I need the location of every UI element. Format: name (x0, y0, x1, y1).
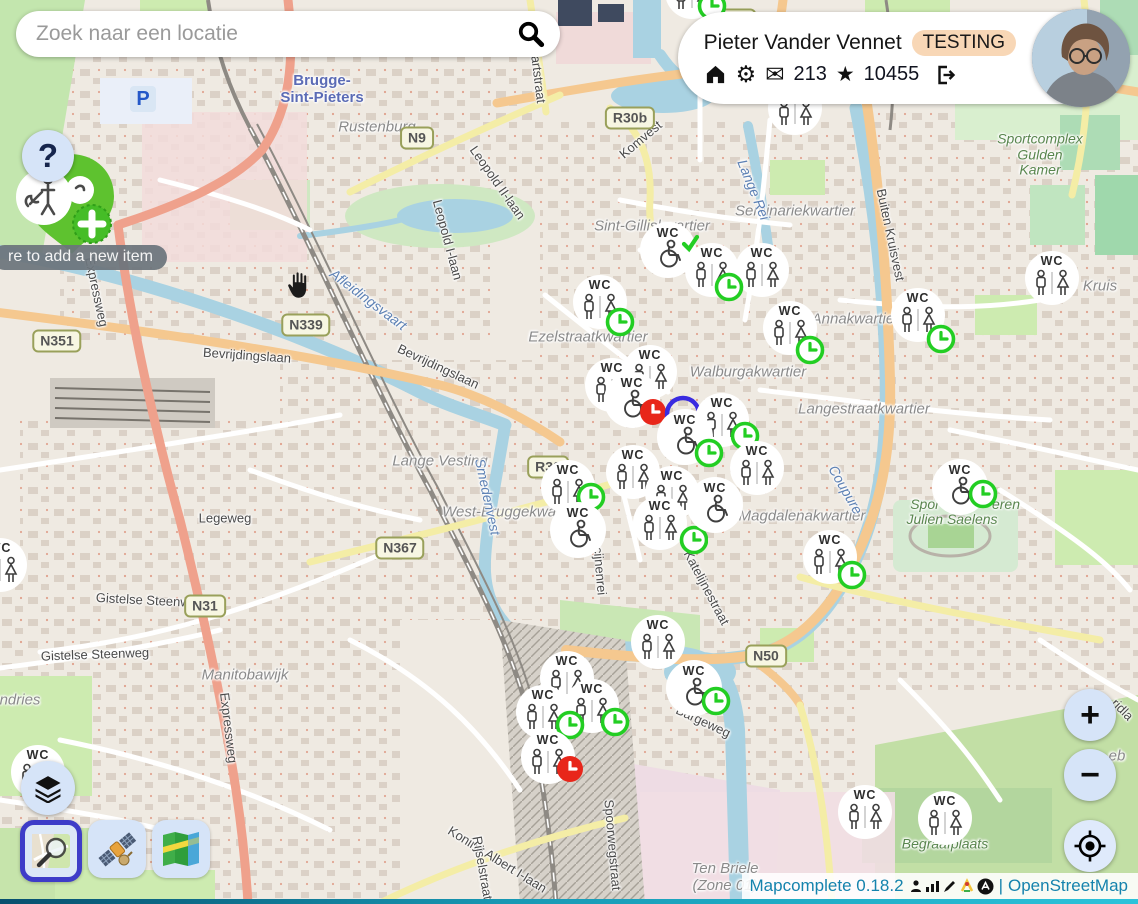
map-marker-wc-toilet[interactable]: WC (0, 517, 48, 613)
settings-gear-icon[interactable]: ⚙ (736, 63, 757, 86)
messages-envelope-icon[interactable]: ✉ (765, 63, 784, 86)
map-marker-wc-toilet[interactable]: WC (870, 267, 966, 363)
map-marker-wc-toilet[interactable]: WC (646, 640, 742, 736)
mapcomplete-logo-icon (959, 878, 975, 894)
svg-text:WC: WC (779, 304, 802, 318)
attribution-separator: | (999, 876, 1003, 896)
svg-text:WC: WC (746, 444, 769, 458)
svg-text:WC: WC (567, 506, 590, 520)
messages-count: 213 (793, 63, 826, 86)
svg-text:WC: WC (701, 246, 724, 260)
mapcomplete-app: Brugge- Sint-PietersRustenburgSint-Gilli… (0, 0, 1138, 904)
changesets-count: 10455 (864, 63, 920, 86)
svg-text:WC: WC (854, 788, 877, 802)
zoom-out-button[interactable]: − (1064, 749, 1116, 801)
user-avatar[interactable] (1032, 9, 1130, 107)
background-option-map[interactable] (20, 820, 82, 882)
map-marker-wc-toilet[interactable]: WC (500, 709, 596, 805)
map-marker-wc-toilet[interactable]: WC (782, 509, 878, 605)
svg-text:WC: WC (0, 541, 11, 555)
svg-text:WC: WC (949, 463, 972, 477)
hand-cursor-icon (284, 270, 314, 302)
testing-badge: TESTING (912, 30, 1016, 56)
logout-icon[interactable] (934, 63, 958, 87)
mapcomplete-link[interactable]: Mapcomplete 0.18.2 (750, 876, 904, 896)
search-bar (16, 11, 560, 57)
geolocate-button[interactable] (1064, 820, 1116, 872)
layers-button[interactable] (21, 761, 75, 815)
svg-text:WC: WC (683, 664, 706, 678)
add-item-tooltip: re to add a new item (0, 245, 167, 270)
user-panel: Pieter Vander Vennet TESTING ⚙ ✉ 213 ★ 1… (678, 12, 1124, 104)
layers-icon (33, 773, 63, 803)
openstreetmap-link[interactable]: OpenStreetMap (1008, 876, 1128, 896)
osm-carto-icon (30, 830, 72, 872)
map-marker-wc-toilet[interactable]: WC (667, 457, 763, 553)
search-icon[interactable] (516, 19, 546, 49)
map-marker-wc-toilet[interactable]: WC (897, 770, 993, 866)
svg-text:WC: WC (537, 733, 560, 747)
map-marker-wc-toilet[interactable]: WC (1004, 230, 1100, 326)
background-option-satellite[interactable] (88, 820, 146, 878)
svg-text:WC: WC (819, 533, 842, 547)
folded-map-icon (159, 827, 203, 871)
map-marker-wc-toilet[interactable]: WC (912, 439, 1008, 535)
svg-text:WC: WC (1041, 254, 1064, 268)
user-name: Pieter Vander Vennet (704, 31, 902, 55)
svg-text:WC: WC (532, 688, 555, 702)
crosshair-icon (1073, 829, 1107, 863)
zoom-in-button[interactable]: + (1064, 689, 1116, 741)
search-input[interactable] (34, 21, 516, 47)
plus-icon: + (1080, 698, 1100, 732)
minus-icon: − (1080, 758, 1100, 792)
statistics-icon[interactable] (925, 879, 940, 893)
svg-text:WC: WC (907, 291, 930, 305)
svg-text:WC: WC (27, 748, 50, 762)
svg-text:WC: WC (934, 794, 957, 808)
contributor-icon[interactable] (909, 879, 923, 893)
map-marker-wc-toilet[interactable]: WC (530, 482, 626, 578)
satellite-icon (95, 827, 139, 871)
background-option-other-map[interactable] (152, 820, 210, 878)
map-marker-wc-toilet[interactable]: WC (742, 280, 838, 376)
attribution-bar: Mapcomplete 0.18.2 | OpenStreetMap (742, 873, 1138, 899)
parking-symbol: P (130, 86, 156, 112)
help-button[interactable]: ? (22, 130, 74, 182)
background-layer-chooser (20, 820, 210, 882)
changesets-star-icon[interactable]: ★ (836, 64, 855, 85)
svg-text:WC: WC (589, 278, 612, 292)
svg-text:WC: WC (704, 481, 727, 495)
svg-text:WC: WC (647, 618, 670, 632)
home-icon[interactable] (704, 63, 727, 86)
attribution-license-icon[interactable] (977, 878, 994, 895)
bottom-theme-bar (0, 899, 1138, 904)
edit-pencil-icon[interactable] (942, 879, 957, 894)
